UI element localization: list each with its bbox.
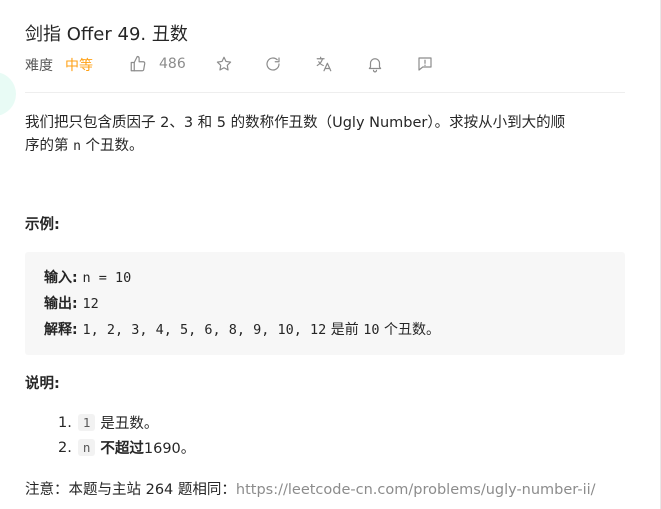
description-line-2: 序的第 n 个丑数。 bbox=[25, 138, 144, 154]
note-item: 2. n 不超过 1690。 bbox=[58, 439, 196, 457]
inline-code: n bbox=[77, 439, 96, 456]
like-count: 486 bbox=[159, 56, 186, 72]
example-code-block: 输入: n = 10 输出: 12 解释: 1, 2, 3, 4, 5, 6, … bbox=[25, 252, 625, 355]
problem-description: 我们把只包含质因子 2、3 和 5 的数称作丑数（Ugly Number）。求按… bbox=[25, 112, 630, 158]
translate-icon[interactable] bbox=[315, 55, 333, 73]
notes-heading: 说明: bbox=[25, 376, 60, 392]
output-value: 12 bbox=[82, 296, 99, 312]
explain-label: 解释: bbox=[44, 322, 83, 338]
example-input-line: 输入: n = 10 bbox=[44, 267, 131, 287]
page-title: 剑指 Offer 49. 丑数 bbox=[25, 24, 188, 45]
note-item: 1. 1 是丑数。 bbox=[58, 414, 159, 432]
example-heading: 示例: bbox=[25, 217, 60, 233]
side-bubble bbox=[0, 72, 16, 116]
input-value: n = 10 bbox=[82, 270, 132, 286]
difficulty-label: 难度 bbox=[25, 58, 53, 74]
bell-icon[interactable] bbox=[366, 55, 384, 73]
description-line-1: 我们把只包含质因子 2、3 和 5 的数称作丑数（Ugly Number）。求按… bbox=[25, 115, 566, 131]
inline-code: 1 bbox=[77, 414, 96, 431]
question-meta-bar: 难度 中等 486 bbox=[25, 55, 432, 75]
output-label: 输出: bbox=[44, 296, 83, 312]
problem-link[interactable]: https://leetcode-cn.com/problems/ugly-nu… bbox=[236, 482, 596, 498]
thumbs-up-icon[interactable] bbox=[129, 55, 147, 73]
example-explain-line: 解释: 1, 2, 3, 4, 5, 6, 8, 9, 10, 12 是前 10… bbox=[44, 322, 440, 338]
feedback-icon[interactable] bbox=[416, 55, 434, 73]
refresh-icon[interactable] bbox=[264, 55, 282, 73]
star-icon[interactable] bbox=[215, 55, 233, 73]
difficulty-badge: 中等 bbox=[65, 58, 93, 74]
footer-note: 注意：本题与主站 264 题相同：https://leetcode-cn.com… bbox=[25, 482, 596, 498]
inline-code: n bbox=[73, 139, 81, 154]
divider bbox=[25, 92, 625, 93]
input-label: 输入: bbox=[44, 270, 83, 286]
example-output-line: 输出: 12 bbox=[44, 293, 99, 313]
explain-value: 1, 2, 3, 4, 5, 6, 8, 9, 10, 12 bbox=[82, 322, 327, 338]
